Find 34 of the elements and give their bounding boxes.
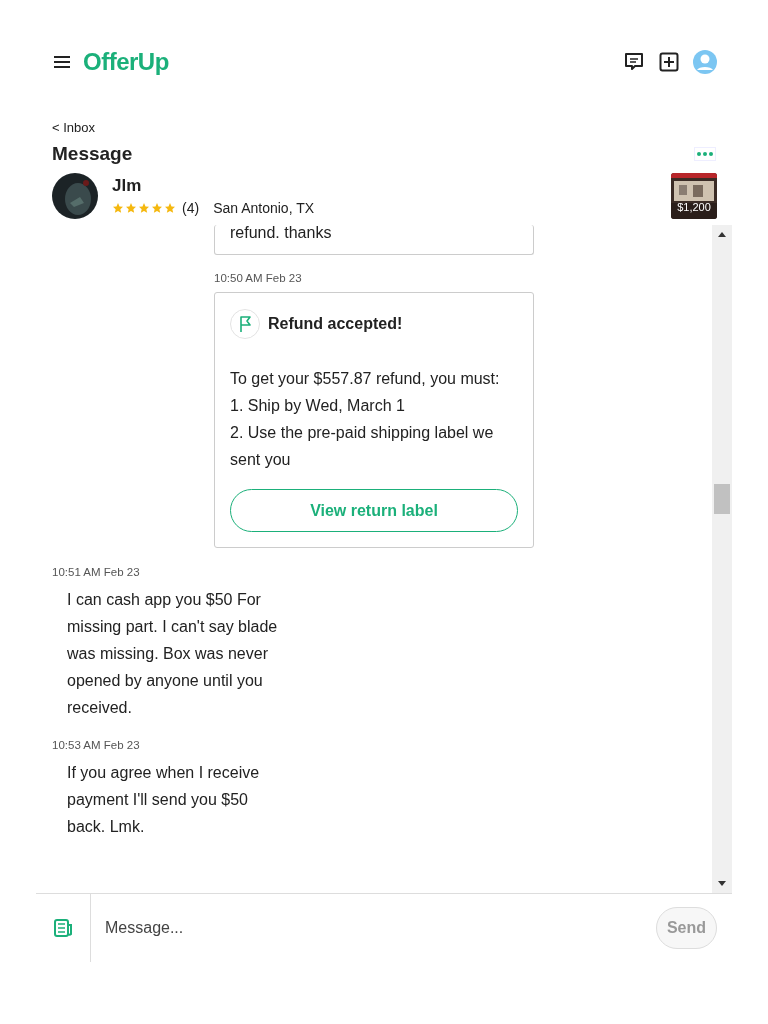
card-text-line: 2. Use the pre-paid shipping label we sent you (230, 423, 495, 470)
chat-icon[interactable] (623, 51, 645, 73)
card-title: Refund accepted! (268, 315, 403, 333)
rating-count: (4) (182, 200, 200, 216)
scrollbar[interactable] (712, 225, 732, 893)
message-text: refund. thanks (230, 225, 332, 242)
card-text-line: 1. Ship by Wed, March 1 (230, 396, 406, 416)
scroll-down-icon[interactable] (718, 881, 726, 887)
plus-square-icon[interactable] (659, 52, 679, 72)
page-title: Message (52, 143, 133, 165)
timestamp: 10:53 AM Feb 23 (52, 739, 141, 751)
message-text: If you agree when I receive payment I'll send you $50 back. Lmk. (67, 763, 261, 837)
menu-icon[interactable] (53, 55, 71, 69)
flag-icon (230, 309, 260, 339)
star-icon (138, 202, 150, 214)
star-icon (164, 202, 176, 214)
location: San Antonio, TX (213, 200, 315, 216)
card-text-line: To get your $557.87 refund, you must: (230, 369, 501, 389)
inbox-link[interactable]: < Inbox (52, 120, 732, 135)
contact-name[interactable]: Jlm (112, 176, 315, 196)
more-icon (697, 152, 713, 156)
logo[interactable]: OfferUp (83, 48, 169, 76)
view-return-label-button[interactable]: View return label (230, 489, 518, 532)
timestamp: 10:50 AM Feb 23 (214, 272, 303, 284)
star-icon (151, 202, 163, 214)
scroll-up-icon[interactable] (718, 231, 726, 237)
scroll-thumb[interactable] (714, 484, 730, 514)
more-button[interactable] (694, 147, 716, 161)
star-icon (125, 202, 137, 214)
receipt-icon[interactable] (53, 918, 73, 938)
timestamp: 10:51 AM Feb 23 (52, 566, 141, 578)
message-text: I can cash app you $50 For missing part. I can't say blade was missing. Box was never opened by anyone until you received. (67, 590, 279, 718)
star-icon (112, 202, 124, 214)
item-price: $1,200 (676, 201, 712, 213)
